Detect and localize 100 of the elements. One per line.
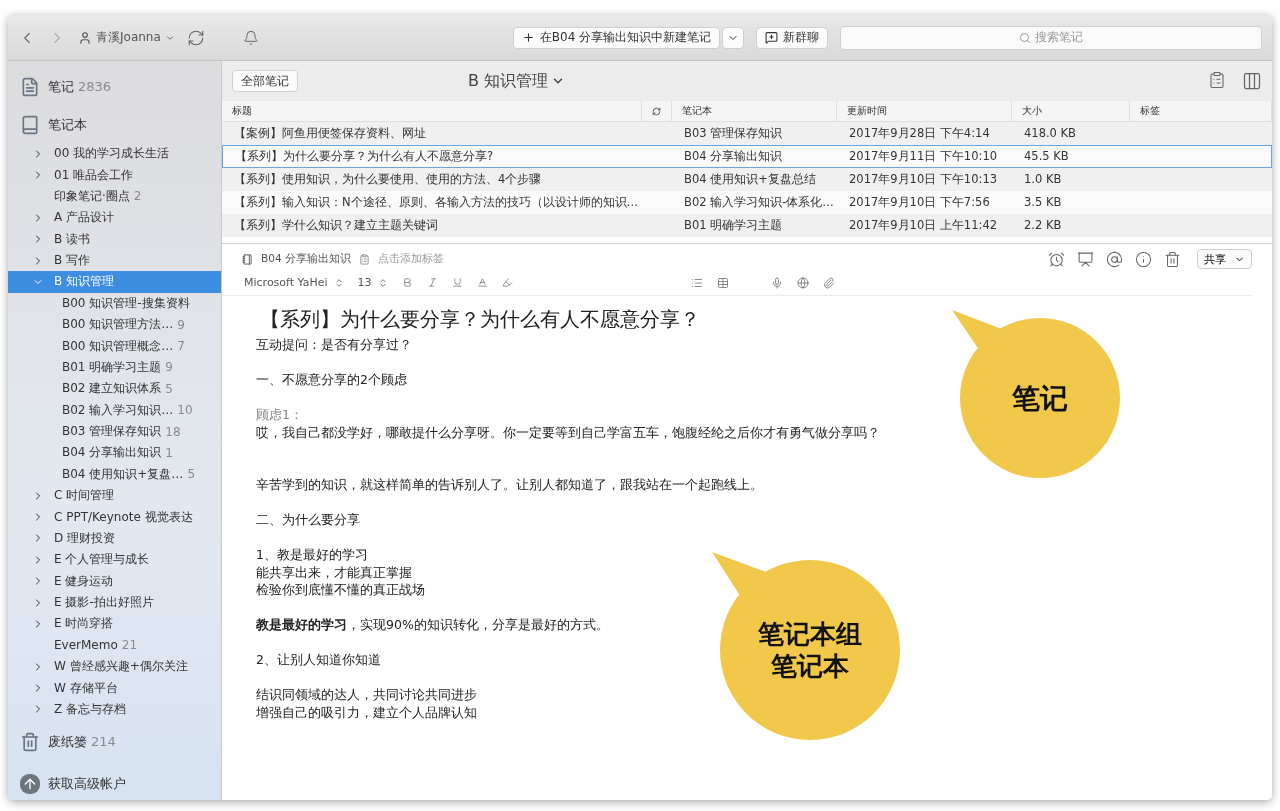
note-title-cell[interactable]: 【系列】为什么要分享？为什么有人不愿意分享?	[222, 145, 642, 168]
note-text: 辛苦学到的知识，就这样简单的告诉别人了。让别人都知道了，跟我站在一个起跑线上。	[256, 476, 763, 494]
notebook-item[interactable]: W 曾经感兴趣+偶尔关注	[8, 655, 221, 678]
account-menu[interactable]: 青溪Joanna	[78, 29, 175, 46]
note-info-icon[interactable]	[1208, 71, 1226, 91]
notebook-item[interactable]: E 时尚穿搭	[8, 613, 221, 635]
notes-item[interactable]: 笔记 2836	[8, 71, 221, 103]
column-header[interactable]: 笔记本	[672, 101, 837, 122]
dropdown-button[interactable]	[722, 26, 745, 49]
sync-icon[interactable]	[186, 28, 205, 47]
notebook-item[interactable]: C PPT/Keynote 视觉表达	[8, 506, 221, 528]
column-header[interactable]: 更新时间	[837, 101, 1012, 122]
size-cell: 45.5 KB	[1012, 145, 1130, 168]
date-cell: 2017年9月28日 下午4:14	[837, 122, 1012, 145]
all-notes-button[interactable]: 全部笔记	[232, 70, 298, 92]
info-icon[interactable]	[1135, 250, 1152, 268]
note-text: 1、教是最好的学习	[256, 546, 368, 564]
notebook-item[interactable]: W 存储平台	[8, 677, 221, 699]
notebook-cell: B03 管理保存知识	[672, 122, 837, 145]
note-title-cell[interactable]: 【系列】学什么知识？建立主题关键词	[222, 214, 642, 237]
alarm-icon[interactable]	[1048, 250, 1065, 268]
group-chat-button[interactable]: 新群聊	[756, 26, 829, 49]
notebook-item[interactable]: B 读书	[8, 228, 221, 250]
date-cell: 2017年9月11日 下午10:10	[837, 145, 1012, 168]
user-icon	[78, 30, 92, 45]
callout-label: 笔记	[1012, 380, 1068, 416]
note-text: 顾虑1：	[256, 406, 303, 424]
note-text: 二、为什么要分享	[256, 511, 360, 529]
column-header[interactable]: 大小	[1012, 101, 1130, 122]
notebook-item[interactable]: 00 我的学习成长生活	[8, 142, 221, 165]
note-text: 哎，我自己都没学好，哪敢提什么分享呀。你一定要等到自己学富五车，饱腹经纶之后你才有勇气做分享吗？	[256, 423, 880, 441]
upgrade-item[interactable]: 获取高级帐户	[8, 768, 221, 800]
column-header[interactable]: 标题	[222, 101, 642, 122]
notebook-item[interactable]: EverMemo 21	[8, 634, 221, 656]
chat-icon	[765, 31, 779, 44]
notebook-item[interactable]: C 时间管理	[8, 484, 221, 507]
callout-label: 笔记本组 笔记本	[758, 617, 862, 683]
date-cell: 2017年9月10日 下午10:13	[837, 168, 1012, 191]
trash-icon	[20, 732, 40, 753]
notebook-item[interactable]: A 产品设计	[8, 207, 221, 229]
bold-icon[interactable]	[401, 277, 413, 288]
notebook-item[interactable]: B01 明确学习主题 9	[8, 356, 221, 379]
italic-icon[interactable]	[426, 277, 438, 288]
note-text: 互动提问：是否有分享过？	[256, 336, 412, 354]
bell-icon[interactable]	[242, 29, 259, 46]
presentation-icon[interactable]	[1077, 250, 1094, 268]
note-text: 一、不愿意分享的2个顾虑	[256, 371, 407, 389]
note-icon	[20, 77, 40, 97]
stepper-icon	[377, 277, 388, 288]
note-title[interactable]: 【系列】为什么要分享？为什么有人不愿意分享？	[260, 306, 1238, 332]
font-select[interactable]: Microsoft YaHei	[244, 276, 344, 289]
notebook-item[interactable]: E 摄影-拍出好照片	[8, 591, 221, 614]
notebook-item[interactable]: B02 建立知识体系 5	[8, 378, 221, 400]
notebook-item[interactable]: D 理财投资	[8, 527, 221, 550]
trash-icon[interactable]	[1164, 250, 1181, 268]
notebook-cell: B01 明确学习主题	[672, 214, 837, 237]
globe-icon[interactable]	[796, 276, 809, 289]
at-icon[interactable]	[1106, 250, 1123, 268]
list-icon[interactable]	[690, 276, 703, 289]
notebook-item[interactable]: B00 知识管理-搜集资料	[8, 292, 221, 314]
notebook-item[interactable]: 01 唯品会工作	[8, 164, 221, 186]
note-title-cell[interactable]: 【系列】使用知识，为什么要使用、使用的方法、4个步骤	[222, 168, 642, 191]
stepper-icon	[333, 277, 344, 288]
note-text: 结识同领域的达人，共同讨论共同进步	[256, 686, 477, 704]
table-icon[interactable]	[716, 276, 729, 289]
note-text: 检验你到底懂不懂的真正战场	[256, 581, 425, 599]
date-cell: 2017年9月10日 下午7:56	[837, 191, 1012, 214]
notebook-item[interactable]: Z 备忘与存档	[8, 698, 221, 721]
notebook-item[interactable]: B03 管理保存知识 18	[8, 420, 221, 443]
note-text: 增强自己的吸引力，建立个人品牌认知	[256, 703, 477, 721]
note-title-cell[interactable]: 【系列】输入知识：N个途径、原则、各输入方法的技巧（以设计师的知识…	[222, 191, 642, 214]
share-button[interactable]: 共享	[1197, 249, 1252, 269]
notebook-item[interactable]: B00 知识管理概念… 7	[8, 335, 221, 357]
notebook-item[interactable]: E 个人管理与成长	[8, 549, 221, 571]
notebook-item[interactable]: E 健身运动	[8, 570, 221, 592]
mic-icon[interactable]	[770, 276, 783, 289]
text-color-icon[interactable]	[476, 277, 488, 288]
notebook-icon	[242, 253, 253, 265]
note-text: 能共享出来，才能真正掌握	[256, 563, 412, 581]
notebook-item[interactable]: B 写作	[8, 249, 221, 272]
notebook-item[interactable]: B00 知识管理方法… 9	[8, 313, 221, 336]
paperclip-icon[interactable]	[822, 276, 835, 289]
trash-item[interactable]: 废纸篓 214	[8, 726, 221, 759]
sync-icon	[652, 106, 661, 116]
notebook-item[interactable]: 印象笔记·圈点 2	[8, 185, 221, 208]
view-icon[interactable]	[1242, 71, 1262, 91]
notebook-item[interactable]: B04 分享输出知识 1	[8, 442, 221, 464]
highlighter-icon[interactable]	[501, 277, 513, 288]
note-notebook[interactable]: B04 分享输出知识	[261, 252, 351, 266]
underline-icon[interactable]	[451, 277, 463, 288]
column-header[interactable]	[642, 101, 672, 122]
note-title-cell[interactable]: 【案例】阿鱼用便签保存资料、网址	[222, 122, 642, 145]
notebook-title[interactable]: B 知识管理	[468, 70, 566, 92]
notebook-item[interactable]: B04 使用知识+复盘… 5	[8, 463, 221, 485]
notebooks-item[interactable]: 笔记本	[8, 109, 221, 141]
new-note-button[interactable]: 在B04 分享输出知识中新建笔记	[512, 26, 721, 49]
tag-icon[interactable]	[358, 253, 370, 265]
notebook-item[interactable]: B02 输入学习知识… 10	[8, 399, 221, 421]
font-size-select[interactable]: 13	[357, 276, 388, 289]
column-header[interactable]: 标签	[1130, 101, 1272, 122]
